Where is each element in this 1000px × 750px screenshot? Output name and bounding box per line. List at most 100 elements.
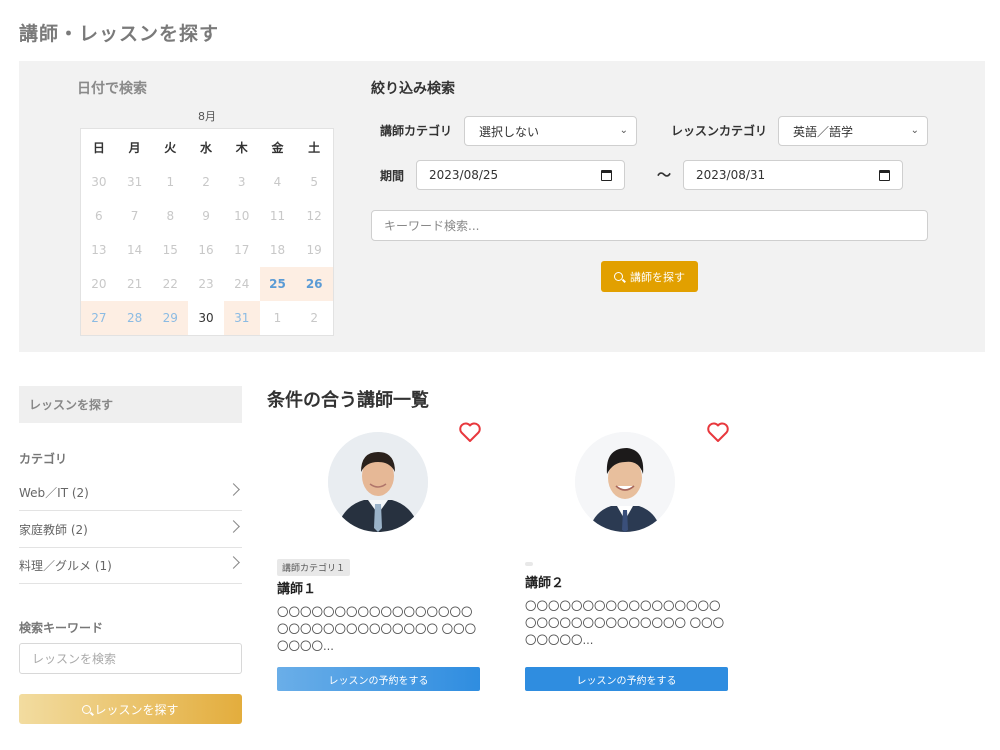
date-from-value: 2023/08/25 xyxy=(429,168,499,182)
search-icon xyxy=(82,704,92,714)
calendar-day-available[interactable]: 28 xyxy=(116,301,153,335)
find-lesson-label: レッスンを探す xyxy=(94,702,179,717)
sidebar-header: レッスンを探す xyxy=(19,386,242,423)
keyword-search-input[interactable]: キーワード検索... xyxy=(371,210,928,241)
calendar-week: 13 14 15 16 17 18 19 xyxy=(81,233,333,267)
calendar: 日 月 火 水 木 金 土 30 31 1 2 3 4 5 6 7 8 9 10… xyxy=(80,128,334,336)
chevron-right-icon xyxy=(227,556,240,569)
calendar-day-today[interactable]: 30 xyxy=(188,301,224,335)
instructor-category-label: 講師カテゴリ xyxy=(380,124,453,138)
sidebar-item-cooking[interactable]: 料理／グルメ (1) xyxy=(19,547,242,584)
calendar-day-available[interactable]: 29 xyxy=(152,301,189,335)
teacher-1-avatar[interactable] xyxy=(328,432,428,532)
calendar-day: 11 xyxy=(269,209,286,223)
teacher-2-avatar[interactable] xyxy=(575,432,675,532)
calendar-day-available[interactable]: 26 xyxy=(295,267,334,301)
calendar-day: 6 xyxy=(95,209,103,223)
calendar-day: 18 xyxy=(269,243,286,257)
teacher-1-book-button[interactable]: レッスンの予約をする xyxy=(277,667,480,691)
calendar-day: 21 xyxy=(126,277,143,291)
calendar-day: 10 xyxy=(234,209,250,223)
calendar-day: 2 xyxy=(202,175,210,189)
calendar-day: 20 xyxy=(91,277,107,291)
weekday-fri: 金 xyxy=(271,140,284,155)
calendar-day: 8 xyxy=(166,209,175,223)
page-title: 講師・レッスンを探す xyxy=(19,23,220,45)
weekday-sat: 土 xyxy=(308,140,321,155)
calendar-day: 22 xyxy=(162,277,178,291)
calendar-weekday-row: 日 月 火 水 木 金 土 xyxy=(81,129,333,165)
weekday-thu: 木 xyxy=(235,140,248,155)
teacher-2-name[interactable]: 講師２ xyxy=(525,572,564,591)
date-to-value: 2023/08/31 xyxy=(696,168,766,182)
calendar-day: 31 xyxy=(126,175,143,189)
date-from-input[interactable]: 2023/08/25 xyxy=(416,160,625,190)
period-label: 期間 xyxy=(380,169,405,183)
person-photo-icon xyxy=(328,432,428,532)
results-title: 条件の合う講師一覧 xyxy=(267,390,429,411)
calendar-day: 4 xyxy=(273,175,282,189)
teacher-1-description: 〇〇〇〇〇〇〇〇〇〇〇〇〇〇〇〇〇〇〇〇〇〇〇〇〇〇〇〇〇〇〇 〇〇〇〇〇〇〇.… xyxy=(277,605,477,653)
calendar-icon[interactable] xyxy=(601,170,612,181)
instructor-category-select[interactable]: 選択しない ⌄ xyxy=(464,116,637,146)
lesson-search-input[interactable]: レッスンを検索 xyxy=(19,643,242,674)
calendar-day: 16 xyxy=(198,243,214,257)
calendar-day: 3 xyxy=(237,175,246,189)
calendar-day: 14 xyxy=(126,243,143,257)
keyword-placeholder: キーワード検索... xyxy=(384,219,480,233)
lesson-category-label: レッスンカテゴリ xyxy=(671,124,768,138)
sidebar-item-web-it[interactable]: Web／IT (2) xyxy=(19,474,242,511)
teacher-2-category-tag xyxy=(525,562,533,566)
teacher-2-description: 〇〇〇〇〇〇〇〇〇〇〇〇〇〇〇〇〇〇〇〇〇〇〇〇〇〇〇〇〇〇〇 〇〇〇〇〇〇〇〇… xyxy=(525,599,725,647)
favorite-heart-icon[interactable] xyxy=(706,421,730,443)
chevron-right-icon xyxy=(227,520,240,533)
weekday-wed: 水 xyxy=(200,140,213,155)
sidebar-item-label: Web／IT (2) xyxy=(19,485,89,500)
calendar-day: 7 xyxy=(130,209,139,223)
filter-title: 絞り込み検索 xyxy=(371,81,455,97)
find-lesson-button[interactable]: レッスンを探す xyxy=(19,694,242,724)
date-to-input[interactable]: 2023/08/31 xyxy=(683,160,903,190)
calendar-day: 13 xyxy=(91,243,107,257)
chevron-down-icon: ⌄ xyxy=(910,125,919,136)
calendar-day: 15 xyxy=(162,243,178,257)
calendar-week: 20 21 22 23 24 25 26 xyxy=(81,267,334,301)
calendar-day-available[interactable]: 31 xyxy=(223,301,260,335)
calendar-day: 24 xyxy=(234,277,250,291)
calendar-day: 23 xyxy=(198,277,214,291)
calendar-day-available[interactable]: 25 xyxy=(259,267,296,301)
lesson-category-select[interactable]: 英語／語学 ⌄ xyxy=(778,116,928,146)
find-instructor-button[interactable]: 講師を探す xyxy=(601,261,698,292)
favorite-heart-icon[interactable] xyxy=(458,421,482,443)
teacher-1-name[interactable]: 講師１ xyxy=(277,578,316,597)
calendar-day: 12 xyxy=(306,209,322,223)
weekday-mon: 月 xyxy=(128,140,141,155)
calendar-day: 1 xyxy=(166,175,175,189)
person-photo-icon xyxy=(575,432,675,532)
sidebar-item-tutor[interactable]: 家庭教師 (2) xyxy=(19,511,242,548)
teacher-2-book-button[interactable]: レッスンの予約をする xyxy=(525,667,728,691)
search-icon xyxy=(614,272,623,281)
calendar-icon[interactable] xyxy=(879,170,890,181)
lesson-category-value: 英語／語学 xyxy=(793,124,854,139)
sidebar-keyword-label: 検索キーワード xyxy=(19,621,104,635)
instructor-category-value: 選択しない xyxy=(479,124,540,139)
teacher-1-category-tag: 講師カテゴリ１ xyxy=(277,559,351,576)
calendar-day: 30 xyxy=(91,175,107,189)
calendar-day: 17 xyxy=(234,243,250,257)
calendar-day: 2 xyxy=(310,311,318,325)
calendar-month: 8月 xyxy=(198,110,216,123)
calendar-week: 6 7 8 9 10 11 12 xyxy=(81,199,333,233)
calendar-day: 9 xyxy=(202,209,210,223)
lesson-search-placeholder: レッスンを検索 xyxy=(32,652,117,666)
sidebar-category-label: カテゴリ xyxy=(19,452,68,466)
calendar-day: 19 xyxy=(306,243,322,257)
calendar-week: 30 31 1 2 3 4 5 xyxy=(81,165,333,199)
calendar-day-available[interactable]: 27 xyxy=(81,301,117,335)
calendar-day: 5 xyxy=(310,175,318,189)
sidebar-item-label: 料理／グルメ (1) xyxy=(19,558,112,573)
find-instructor-label: 講師を探す xyxy=(630,270,685,284)
calendar-title: 日付で検索 xyxy=(77,81,147,97)
period-separator: 〜 xyxy=(657,168,671,184)
chevron-down-icon: ⌄ xyxy=(619,125,628,136)
